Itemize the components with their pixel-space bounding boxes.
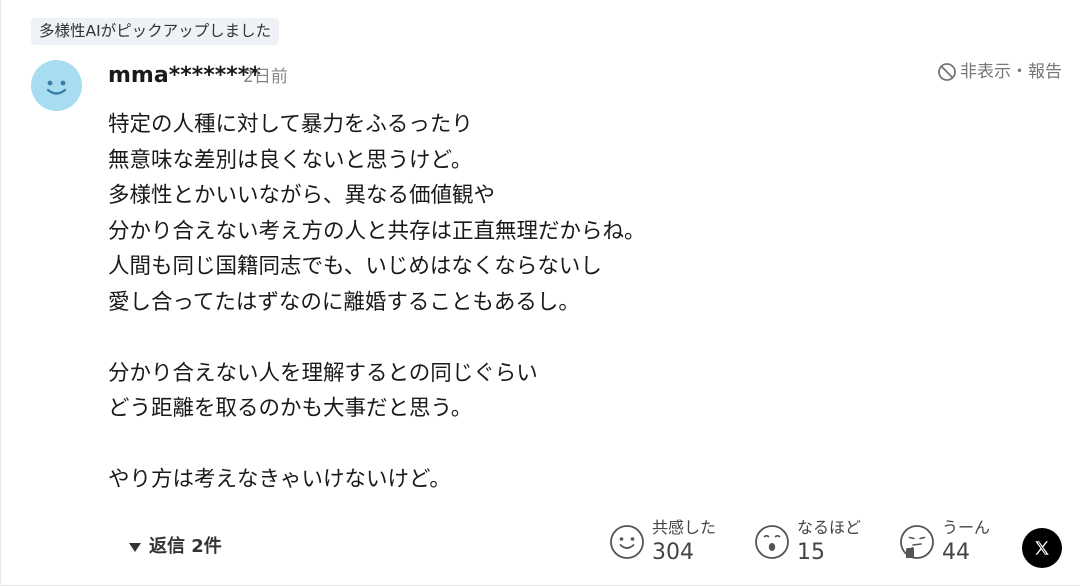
replies-toggle-button[interactable]: 返信 2件 — [129, 532, 222, 562]
comment-body: 特定の人種に対して暴力をふるったり 無意味な差別は良くないと思うけど。 多様性と… — [108, 107, 1008, 498]
comment-line: 愛し合ってたはずなのに離婚することもあるし。 — [108, 289, 580, 315]
comment-line-blank — [108, 320, 1008, 356]
reaction-empathy-button[interactable]: 共感した 304 — [609, 520, 716, 564]
timestamp: 2日前 — [243, 67, 288, 87]
comment-line: やり方は考えなきゃいけないけど。 — [108, 467, 451, 492]
surprised-face-icon — [755, 525, 789, 559]
x-logo-icon — [1035, 541, 1049, 555]
comment-line: 分かり合えない考え方の人と共存は正直無理だからね。 — [108, 218, 646, 244]
caret-down-icon — [129, 542, 141, 552]
comment-line: 多様性とかいいながら、異なる価値観や — [108, 183, 496, 208]
replies-label: 返信 2件 — [149, 536, 222, 557]
ai-pickup-badge: 多様性AIがピックアップしました — [31, 18, 280, 45]
username[interactable]: mma******** — [108, 60, 261, 92]
thinking-face-icon — [900, 525, 934, 559]
comment-card: 多様性AIがピックアップしました mma******** 2日前 非表示・報告 … — [0, 0, 1080, 586]
prohibited-icon — [938, 63, 956, 81]
reaction-insight-button[interactable]: なるほど 15 — [754, 520, 861, 564]
comment-line: 分かり合えない人を理解するとの同じぐらい — [108, 360, 538, 386]
avatar[interactable] — [31, 60, 82, 111]
reaction-label: なるほど — [797, 518, 862, 537]
comment-line-blank — [108, 427, 1008, 463]
comment-line: 無意味な差別は良くないと思うけど。 — [108, 147, 473, 173]
reaction-label: うーん — [942, 518, 991, 537]
reaction-label: 共感した — [652, 518, 717, 537]
share-x-button[interactable] — [1022, 528, 1062, 568]
hide-report-button[interactable]: 非表示・報告 — [937, 58, 1062, 86]
reaction-count: 304 — [652, 540, 694, 565]
reaction-count: 15 — [797, 540, 825, 565]
comment-line: どう距離を取るのかも大事だと思う。 — [108, 396, 473, 421]
hide-report-label: 非表示・報告 — [960, 62, 1062, 82]
comment-line: 特定の人種に対して暴力をふるったり — [108, 112, 473, 137]
smiley-avatar-icon — [46, 80, 67, 95]
reaction-hmm-button[interactable]: うーん 44 — [899, 520, 990, 564]
smile-face-icon — [610, 525, 644, 559]
comment-line: 人間も同じ国籍同志でも、いじめはなくならないし — [108, 254, 602, 279]
reaction-count: 44 — [942, 540, 970, 565]
